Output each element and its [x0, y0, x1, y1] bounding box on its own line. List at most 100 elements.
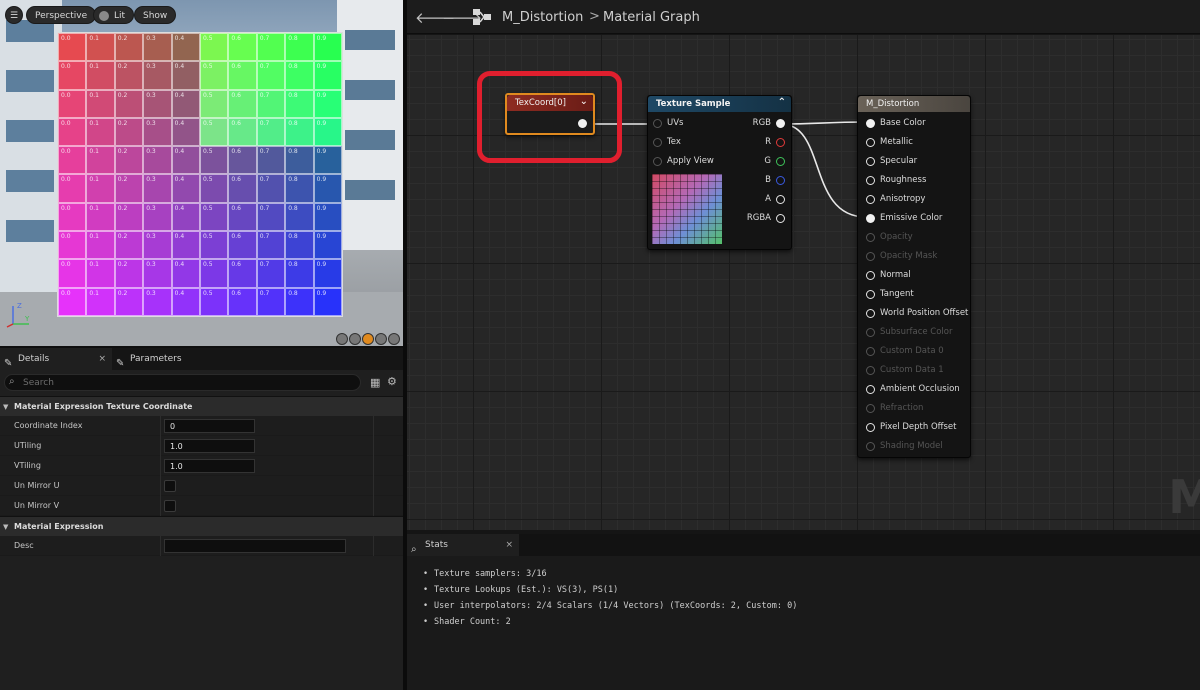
uv-cell-label: 0.5 — [202, 35, 213, 42]
uv-grid-cell: 0.0 — [58, 287, 87, 316]
uv-grid-cell: 0.8 — [285, 259, 314, 288]
material-input-row: Custom Data 1 — [858, 361, 972, 380]
material-input-pin[interactable] — [866, 138, 875, 147]
output-pin[interactable] — [776, 138, 785, 147]
uv-grid-cell: 0.4 — [171, 33, 200, 62]
material-input-pin[interactable] — [866, 423, 875, 432]
material-input-label: Ambient Occlusion — [880, 384, 960, 394]
column-divider[interactable] — [160, 416, 161, 436]
preview-sphere-icon[interactable] — [349, 333, 361, 345]
background-building-left — [0, 0, 62, 300]
close-icon[interactable]: × — [98, 348, 106, 370]
preview-cylinder-icon[interactable] — [336, 333, 348, 345]
material-input-pin[interactable] — [866, 157, 875, 166]
uv-grid-cell: 0.7 — [256, 202, 286, 232]
search-input[interactable] — [23, 375, 353, 390]
uv-cell-label: 0.5 — [202, 176, 213, 184]
details-section-header[interactable]: ▼ Material Expression Texture Coordinate — [0, 396, 403, 416]
property-checkbox[interactable] — [164, 500, 176, 512]
lit-button[interactable]: Lit — [93, 6, 135, 24]
uv-grid-cell: 0.4 — [171, 174, 200, 203]
property-value-input[interactable] — [164, 439, 255, 453]
material-input-pin[interactable] — [866, 195, 875, 204]
uv-cell-label: 0.5 — [202, 148, 213, 156]
uv-cell-label: 0.2 — [117, 63, 128, 71]
uv-grid-cell: 0.4 — [171, 89, 200, 118]
uv-grid-cell: 0.5 — [199, 287, 229, 316]
material-result-node-title-text: M_Distortion — [866, 99, 920, 109]
material-input-pin[interactable] — [866, 271, 875, 280]
material-input-pin[interactable] — [866, 385, 875, 394]
breadcrumb-asset[interactable]: M_Distortion — [502, 10, 583, 25]
table-view-icon[interactable]: ▦ — [370, 376, 380, 389]
texture-sample-node[interactable]: Texture Sample ⌃ UVsTexApply View MipBia… — [647, 95, 792, 250]
perspective-button[interactable]: Perspective — [26, 6, 97, 24]
material-input-pin[interactable] — [866, 309, 875, 318]
material-input-pin[interactable] — [866, 119, 875, 128]
property-value-input[interactable] — [164, 459, 255, 473]
input-pin[interactable] — [653, 138, 662, 147]
material-result-node-title: M_Distortion — [858, 96, 970, 112]
chevron-down-icon[interactable]: ⌄ — [580, 94, 588, 110]
material-graph-canvas[interactable]: TexCoord[0] ⌄ Texture Sample ⌃ UVs Tex App… — [407, 35, 1200, 530]
tab-parameters[interactable]: ✎ Parameters — [112, 348, 188, 370]
uv-cell-label: 0.9 — [316, 148, 327, 156]
uv-preview-plane: 0.0 0.1 0.2 0.3 0.4 0.5 0.6 0.7 0.8 0.9 0.0 0.1 0.2 0… — [57, 32, 343, 317]
preview-shape-toolbar — [336, 333, 400, 345]
material-input-pin[interactable] — [866, 176, 875, 185]
show-button[interactable]: Show — [134, 6, 177, 24]
material-input-pin[interactable] — [866, 290, 875, 299]
input-pin[interactable] — [653, 157, 662, 166]
preview-plane-icon[interactable] — [362, 333, 374, 345]
uv-grid-cell: 0.3 — [143, 33, 172, 62]
breadcrumb-graph[interactable]: Material Graph — [603, 10, 700, 25]
property-value-input[interactable] — [164, 539, 346, 553]
output-pin[interactable] — [776, 195, 785, 204]
output-pin[interactable] — [776, 176, 785, 185]
close-icon[interactable]: × — [505, 534, 513, 556]
uv-cell-label: 0.8 — [288, 289, 298, 297]
details-section-header[interactable]: ▼ Material Expression — [0, 516, 403, 536]
output-pin[interactable] — [776, 119, 785, 128]
uv-grid-cell: 0.4 — [171, 231, 200, 260]
uv-grid-cell: 0.3 — [143, 287, 172, 316]
column-divider[interactable] — [160, 456, 161, 476]
lit-button-label: Lit — [114, 11, 126, 21]
input-pin[interactable] — [653, 119, 662, 128]
uv-cell-label: 0.4 — [174, 233, 185, 241]
gear-icon[interactable]: ⚙ — [387, 375, 397, 388]
material-input-row: Normal — [858, 266, 972, 285]
chevron-down-icon[interactable]: ▼ — [3, 517, 8, 537]
viewport-menu-button[interactable]: ☰ — [5, 6, 23, 24]
lit-sphere-icon — [99, 11, 109, 21]
column-divider[interactable] — [160, 496, 161, 516]
column-divider[interactable] — [160, 476, 161, 496]
texcoord-output-pin[interactable] — [578, 119, 587, 128]
preview-teapot-icon[interactable] — [388, 333, 400, 345]
material-input-pin[interactable] — [866, 214, 875, 223]
preview-cube-icon[interactable] — [375, 333, 387, 345]
tab-details[interactable]: ✎ Details × — [0, 348, 112, 370]
material-input-pin — [866, 442, 875, 451]
material-result-node[interactable]: M_Distortion Base Color Metallic Specular R… — [857, 95, 971, 458]
tab-stats[interactable]: ⌕ Stats × — [407, 534, 519, 556]
property-value-input[interactable] — [164, 419, 255, 433]
uv-cell-label: 0.4 — [174, 204, 185, 212]
uv-cell-label: 0.9 — [316, 261, 327, 269]
chevron-down-icon[interactable]: ▼ — [3, 397, 8, 417]
output-pin-label: RGB — [752, 118, 771, 128]
output-pin[interactable] — [776, 214, 785, 223]
output-pin[interactable] — [776, 157, 785, 166]
material-input-row: Anisotropy — [858, 190, 972, 209]
uv-grid-cell: 0.3 — [143, 174, 172, 203]
column-divider[interactable] — [160, 436, 161, 456]
property-checkbox[interactable] — [164, 480, 176, 492]
texture-sample-output-row: RGB — [731, 114, 791, 133]
uv-grid-cell: 0.6 — [228, 33, 257, 62]
texcoord-node[interactable]: TexCoord[0] ⌄ — [505, 93, 595, 135]
chevron-up-icon[interactable]: ⌃ — [778, 95, 786, 111]
viewport[interactable]: 0.0 0.1 0.2 0.3 0.4 0.5 0.6 0.7 0.8 0.9 0.0 0.1 0.2 0… — [0, 0, 403, 346]
uv-grid-cell: 0.1 — [86, 61, 115, 90]
material-input-row: Roughness — [858, 171, 972, 190]
column-divider[interactable] — [160, 536, 161, 556]
